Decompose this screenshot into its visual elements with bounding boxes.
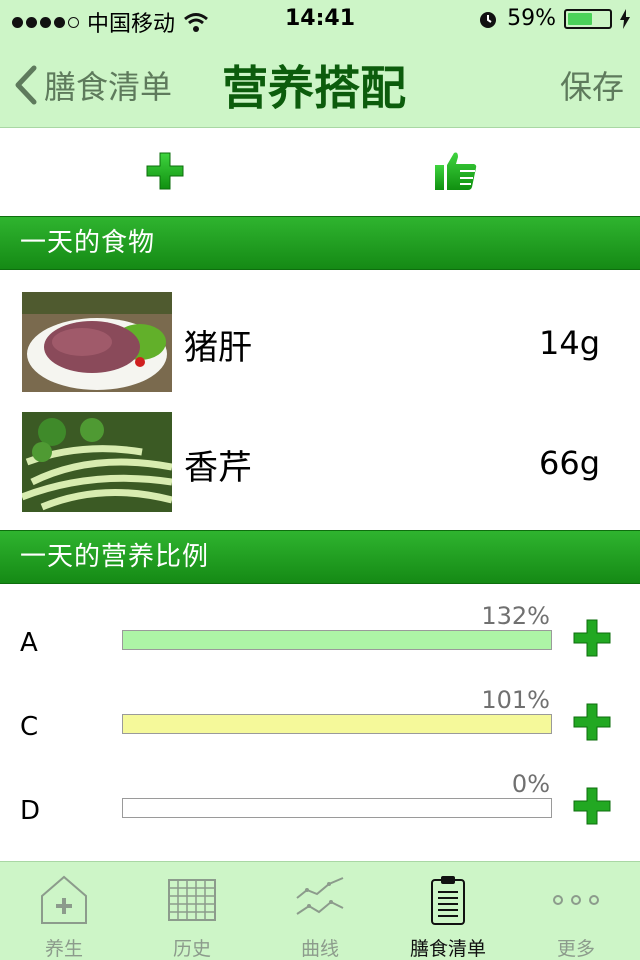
add-food-icon[interactable] [145, 151, 185, 191]
thumbs-up-icon[interactable] [434, 151, 478, 191]
tab-label: 历史 [172, 938, 211, 960]
action-row [0, 129, 640, 215]
nutrient-row: C 101% [0, 684, 640, 768]
save-button[interactable]: 保存 [560, 62, 624, 108]
section-header-foods: 一天的食物 [0, 216, 640, 270]
tab-bar: 养生 历史 曲线 膳食清单 更多 [0, 861, 640, 960]
tab-history[interactable]: 历史 [128, 862, 256, 960]
tab-yangsheng[interactable]: 养生 [0, 862, 128, 960]
nutrient-percent: 0% [511, 770, 550, 798]
more-dots-icon [553, 895, 599, 905]
food-amount: 66g [538, 444, 600, 482]
nutrient-progress-bar [122, 630, 552, 650]
tab-label: 更多 [556, 938, 595, 960]
battery-icon [564, 8, 612, 29]
status-bar: 中国移动 14:41 59% [0, 0, 640, 40]
page-title: 营养搭配 [222, 61, 406, 115]
nutrient-progress-fill [123, 631, 551, 649]
back-button[interactable]: 膳食清单 [14, 62, 172, 108]
food-name: 香芹 [184, 448, 252, 488]
clipboard-list-icon [431, 876, 465, 925]
tab-label: 膳食清单 [409, 938, 486, 960]
nutrient-progress-bar [122, 714, 552, 734]
tab-more[interactable]: 更多 [512, 862, 640, 960]
tab-label: 养生 [44, 938, 83, 960]
pork-liver-photo [22, 292, 172, 392]
nutrient-row: D 0% [0, 768, 640, 852]
nutrient-row: A 132% [0, 600, 640, 684]
battery-percent: 59% [507, 6, 556, 31]
section-header-nutrition: 一天的营养比例 [0, 530, 640, 584]
back-label: 膳食清单 [44, 68, 173, 106]
nutrient-progress-fill [123, 715, 551, 733]
charging-bolt-icon [620, 8, 630, 29]
nutrient-name: D [20, 796, 41, 826]
food-amount: 14g [538, 324, 600, 362]
nutrient-progress-bar [122, 798, 552, 818]
add-nutrient-icon[interactable] [572, 702, 612, 742]
status-right: 59% [477, 6, 630, 31]
navigation-bar: 膳食清单 营养搭配 保存 [0, 40, 640, 128]
nutrient-percent: 101% [481, 686, 550, 714]
nutrient-percent: 132% [481, 602, 550, 630]
tab-curve[interactable]: 曲线 [256, 862, 384, 960]
chevron-left-icon [15, 65, 37, 105]
food-row[interactable]: 猪肝 14g [0, 292, 640, 392]
alarm-clock-icon [480, 11, 497, 28]
tab-meal-list[interactable]: 膳食清单 [384, 862, 512, 960]
tab-label: 曲线 [300, 938, 339, 960]
nutrient-name: C [20, 712, 39, 742]
calendar-grid-icon [168, 879, 216, 921]
nutrient-name: A [20, 628, 38, 658]
food-name: 猪肝 [184, 328, 252, 368]
chart-line-icon [296, 877, 344, 915]
add-nutrient-icon[interactable] [572, 618, 612, 658]
food-row[interactable]: 香芹 66g [0, 412, 640, 512]
home-plus-icon [41, 875, 87, 924]
add-nutrient-icon[interactable] [572, 786, 612, 826]
celery-photo [22, 412, 172, 512]
